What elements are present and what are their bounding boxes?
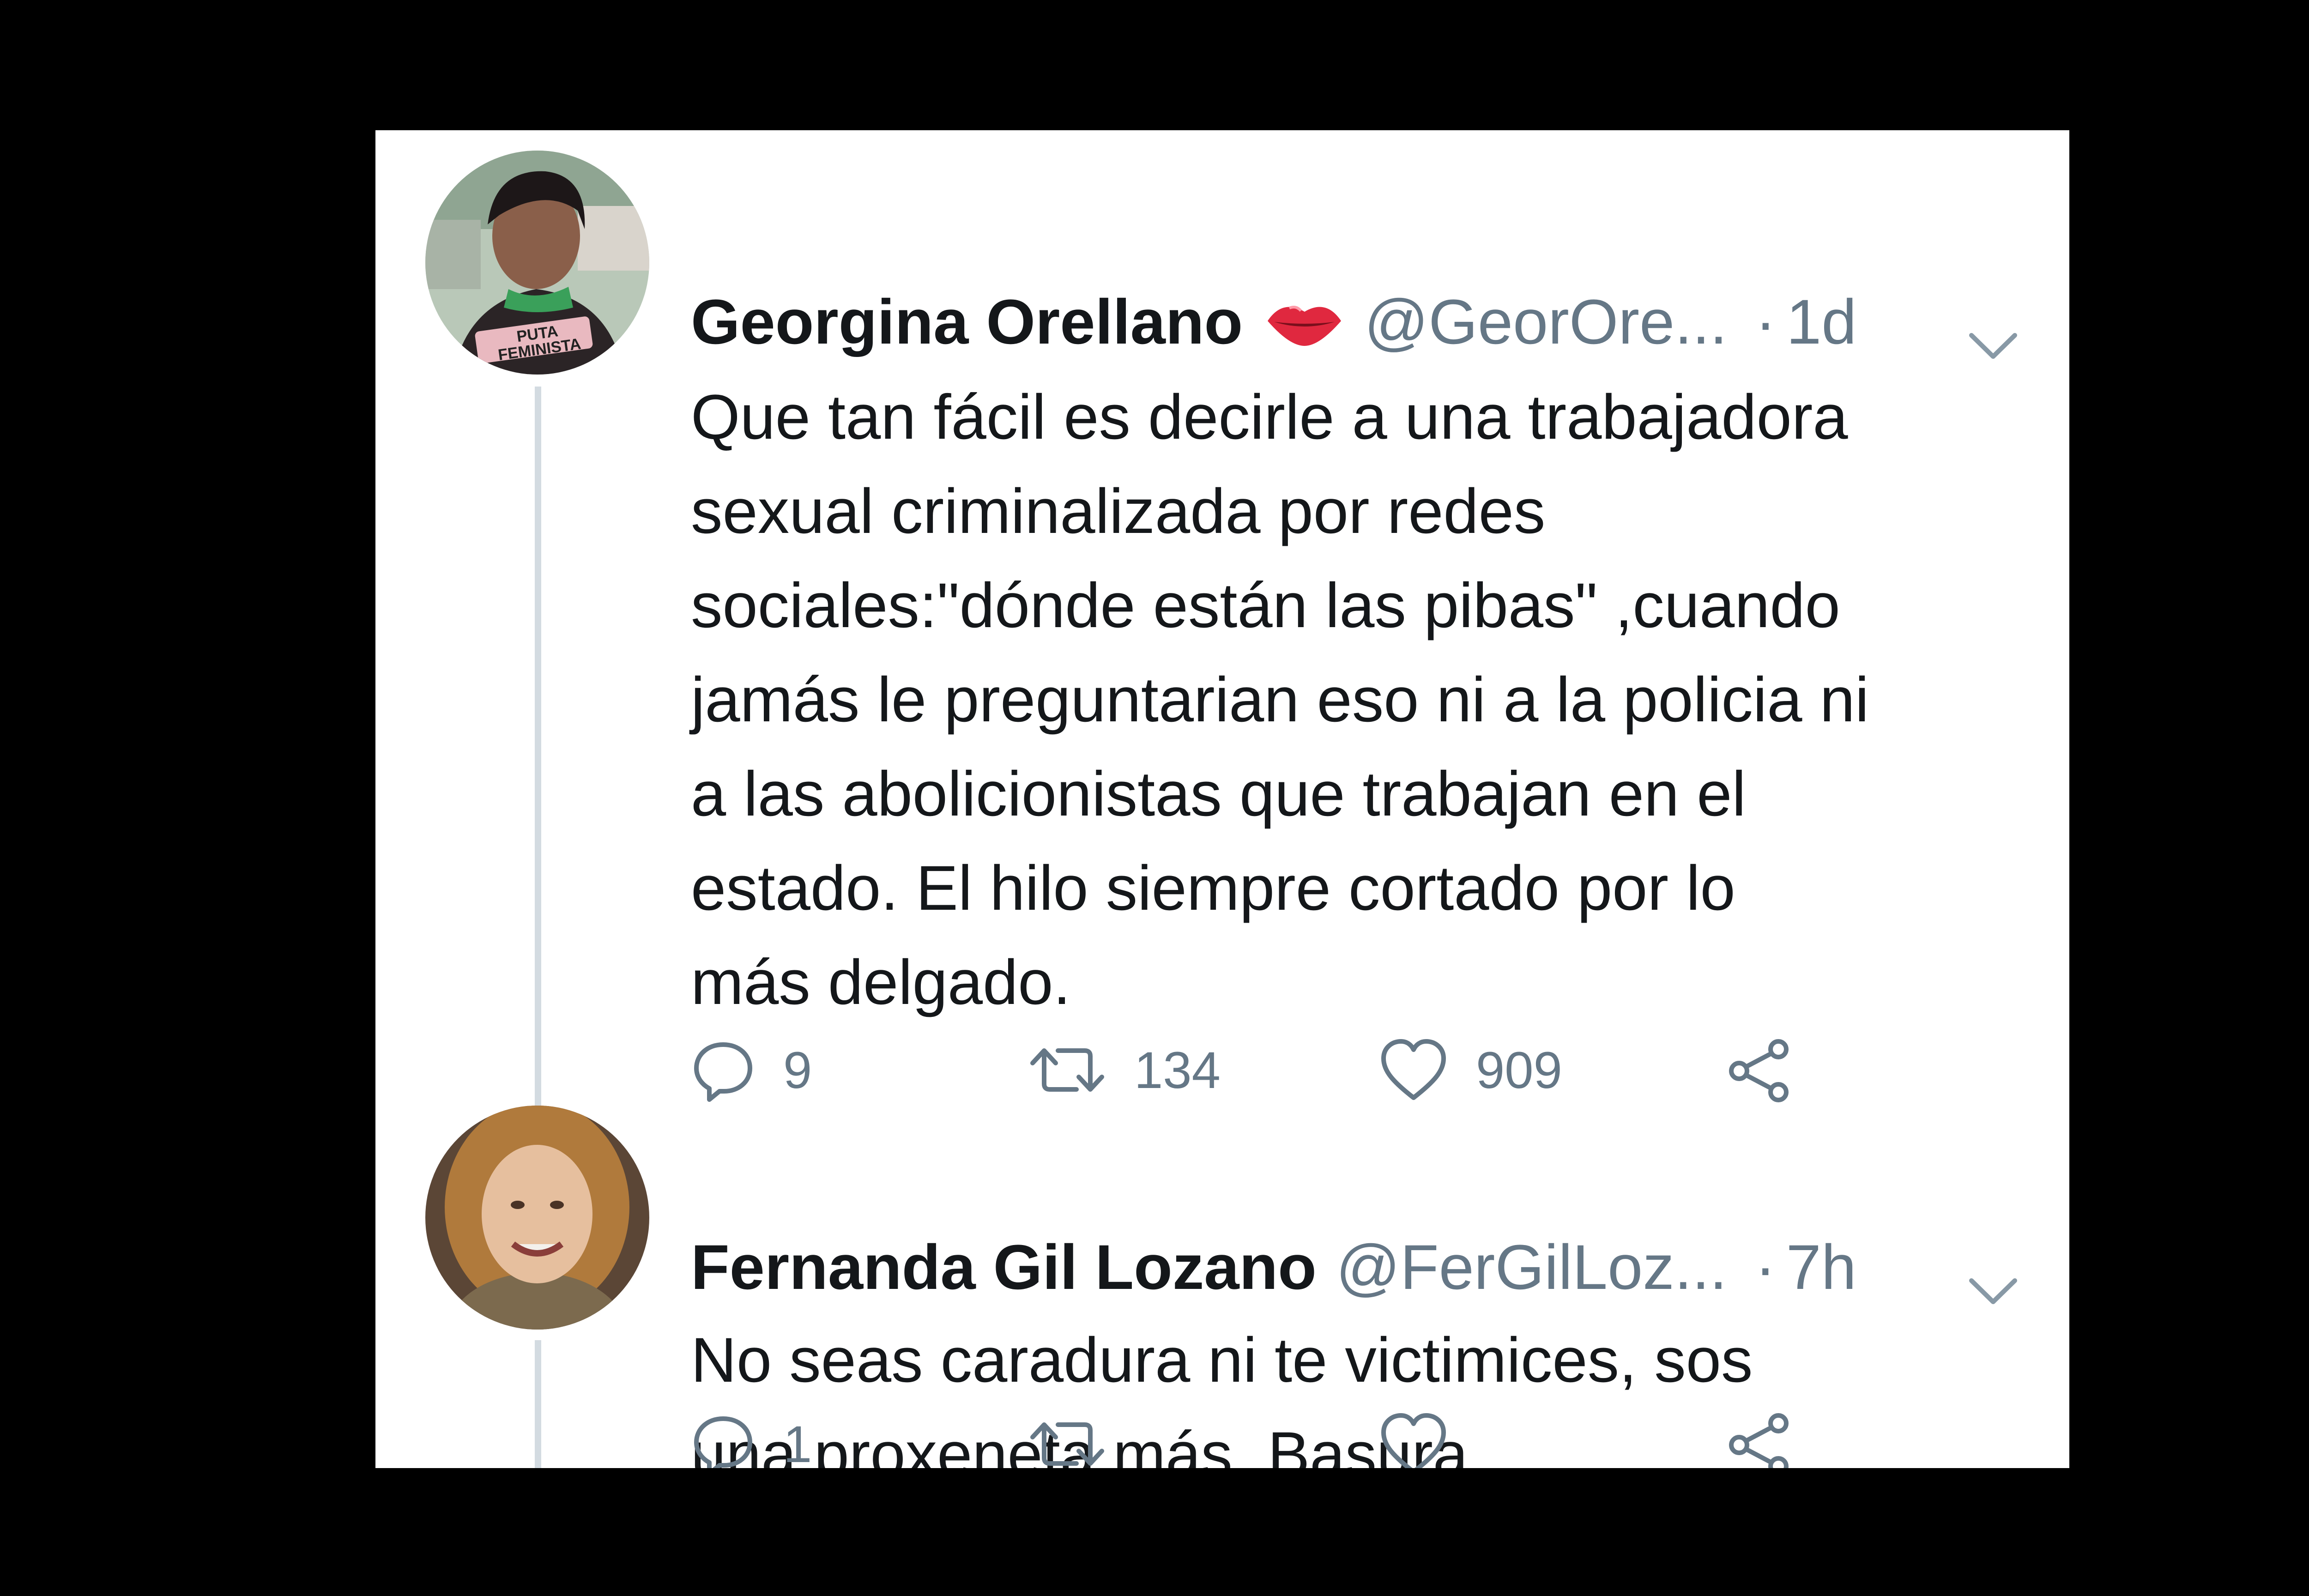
retweet-button[interactable] xyxy=(1028,1412,1134,1468)
reply-count: 9 xyxy=(783,1041,812,1099)
tweet-text: Que tan fácil es decirle a una trabajado… xyxy=(691,382,1869,1018)
avatar[interactable] xyxy=(425,1106,649,1330)
user-handle[interactable]: @GeorOre... xyxy=(1364,286,1727,358)
heart-icon xyxy=(1379,1038,1448,1102)
like-button[interactable] xyxy=(1379,1412,1476,1468)
heart-icon xyxy=(1379,1412,1448,1468)
separator-dot: · xyxy=(1754,1232,1776,1303)
share-icon xyxy=(1725,1412,1795,1468)
reply-icon xyxy=(691,1412,756,1468)
share-icon xyxy=(1725,1038,1795,1102)
user-handle[interactable]: @FerGilLoz... xyxy=(1336,1231,1727,1304)
avatar-photo xyxy=(425,1106,649,1330)
tweet-text: No seas caradura ni te victimices, sos u… xyxy=(691,1325,1753,1468)
separator-dot: · xyxy=(1755,286,1777,357)
like-count: 909 xyxy=(1476,1041,1562,1099)
tweet-header: Georgina Orellano @GeorOre... · 1d xyxy=(691,285,2019,359)
share-button[interactable] xyxy=(1725,1412,1795,1468)
tweet-header: Fernanda Gil Lozano @FerGilLoz... · 7h xyxy=(691,1230,2019,1304)
retweet-icon xyxy=(1028,1412,1106,1468)
chevron-down-icon[interactable] xyxy=(1968,304,2019,377)
display-name[interactable]: Fernanda Gil Lozano xyxy=(691,1231,1317,1304)
avatar[interactable]: PUTA FEMINISTA xyxy=(425,151,649,375)
chevron-down-icon[interactable] xyxy=(1968,1250,2019,1322)
reply-button[interactable]: 1 xyxy=(691,1412,812,1468)
retweet-icon xyxy=(1028,1038,1106,1102)
retweet-count: 134 xyxy=(1134,1041,1221,1099)
tweet-thread-card: PUTA FEMINISTA Georgina Orellano @GeorOr… xyxy=(375,130,2069,1468)
thread-line xyxy=(535,1340,541,1468)
reply-icon xyxy=(691,1038,756,1102)
retweet-button[interactable]: 134 xyxy=(1028,1038,1221,1102)
timestamp[interactable]: 1d xyxy=(1786,286,1856,358)
kiss-mark-icon xyxy=(1264,294,1345,350)
like-button[interactable]: 909 xyxy=(1379,1038,1562,1102)
timestamp[interactable]: 7h xyxy=(1786,1231,1856,1304)
share-button[interactable] xyxy=(1725,1038,1795,1102)
reply-count: 1 xyxy=(783,1415,812,1469)
thread-line xyxy=(535,387,541,1192)
reply-button[interactable]: 9 xyxy=(691,1038,812,1102)
display-name[interactable]: Georgina Orellano xyxy=(691,286,1243,358)
